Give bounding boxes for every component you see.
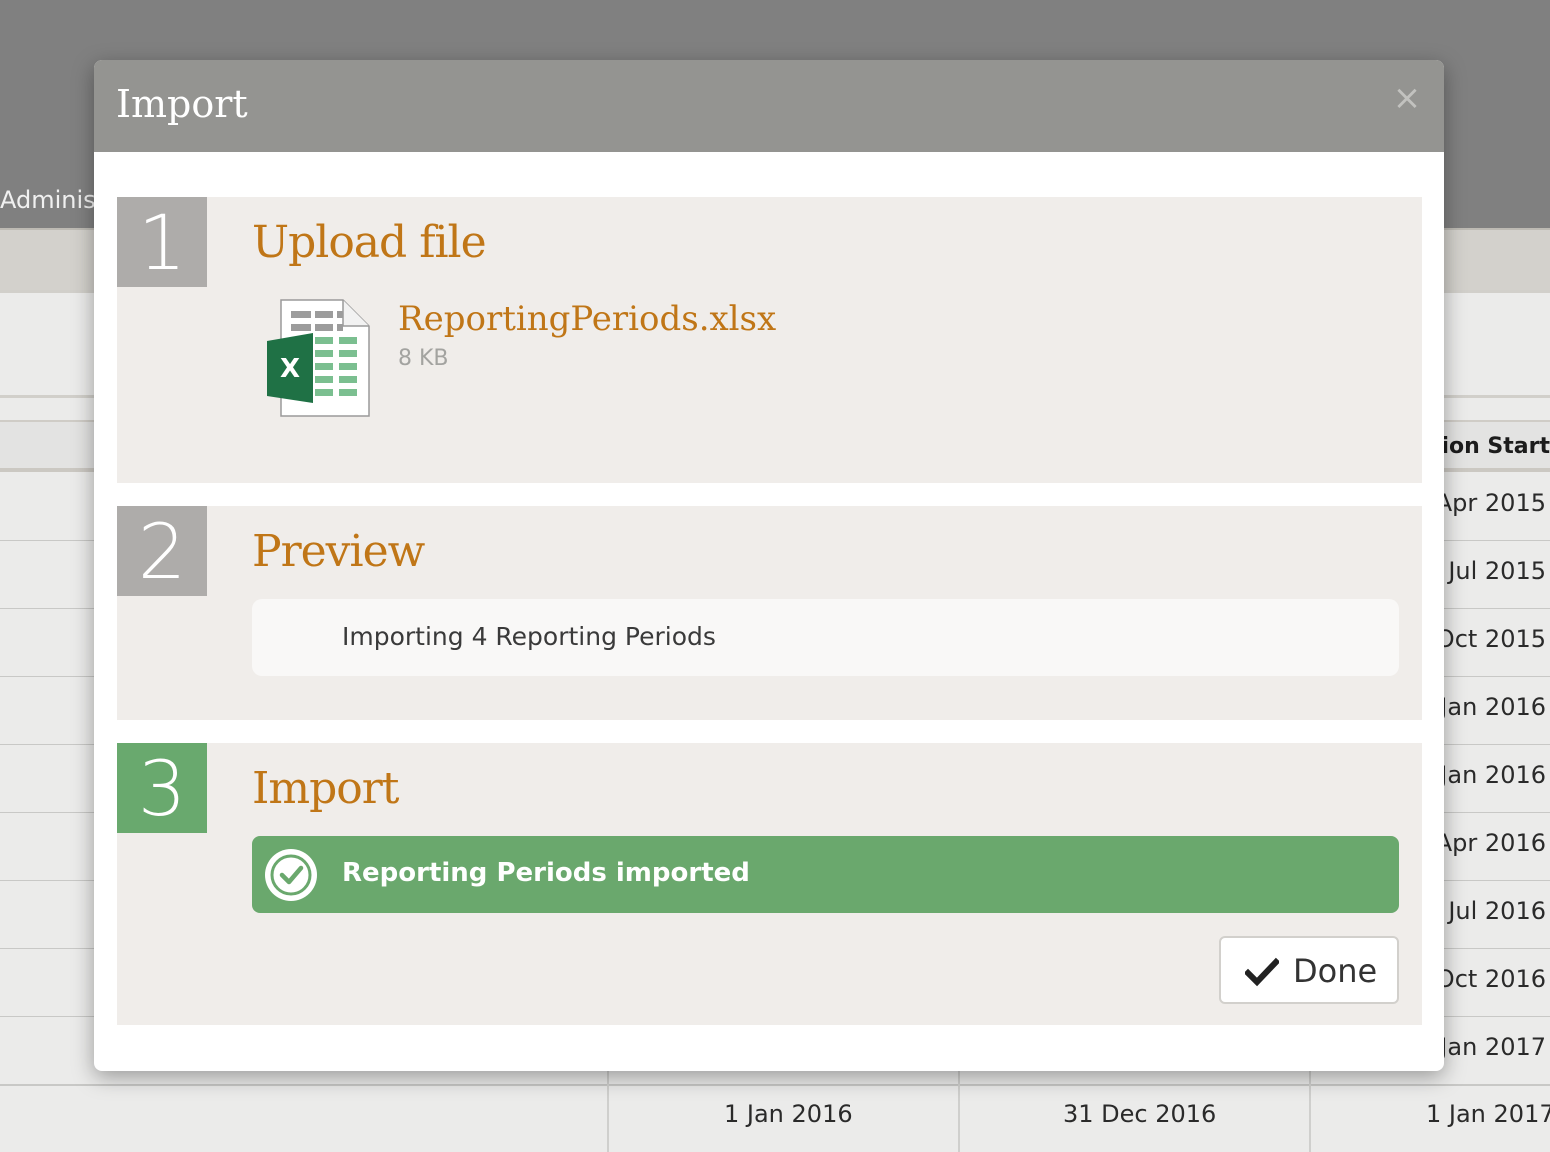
modal-title: Import — [116, 82, 248, 126]
step-upload-file: 1 Upload file X ReportingPeriods.xlsx 8 … — [117, 197, 1422, 483]
done-button-label: Done — [1293, 952, 1378, 990]
table-cell: 31 Dec 2016 — [1063, 1100, 1217, 1128]
table-cell: Jan 2016 — [1440, 761, 1546, 789]
table-cell: 1 Jan 2016 — [724, 1100, 853, 1128]
check-circle-icon — [265, 849, 317, 901]
column-header-submission-start[interactable]: sion Start — [1428, 434, 1550, 459]
column-divider — [1309, 1070, 1311, 1152]
svg-text:X: X — [280, 354, 300, 384]
done-button[interactable]: Done — [1219, 936, 1399, 1004]
file-size: 8 KB — [398, 346, 449, 371]
close-icon[interactable]: × — [1392, 78, 1422, 118]
step-title: Preview — [252, 526, 425, 577]
preview-summary: Importing 4 Reporting Periods — [252, 599, 1399, 676]
preview-message: Importing 4 Reporting Periods — [342, 622, 716, 651]
file-name-link[interactable]: ReportingPeriods.xlsx — [398, 299, 776, 339]
table-cell: Jul 2016 — [1448, 897, 1546, 925]
table-cell: 1 Jan 2017 — [1426, 1100, 1550, 1128]
success-message: Reporting Periods imported — [342, 858, 750, 888]
step-title: Import — [252, 763, 399, 814]
table-cell: Oct 2015 — [1435, 625, 1546, 653]
column-divider — [958, 1070, 960, 1152]
table-cell: Jan 2017 — [1440, 1033, 1546, 1061]
table-cell: Oct 2016 — [1435, 965, 1546, 993]
excel-file-icon: X — [267, 299, 370, 417]
step-number: 1 — [117, 197, 207, 287]
modal-header: Import × — [94, 60, 1444, 152]
nav-item-administration[interactable]: Adminis — [0, 186, 96, 214]
table-cell: Apr 2015 — [1435, 489, 1546, 517]
column-divider — [607, 1070, 609, 1152]
import-modal: Import × 1 Upload file X ReportingPeriod… — [94, 60, 1444, 1071]
checkmark-icon — [1245, 957, 1279, 987]
step-preview: 2 Preview Importing 4 Reporting Periods — [117, 506, 1422, 720]
table-cell: Jan 2016 — [1440, 693, 1546, 721]
step-import: 3 Import Reporting Periods imported Done — [117, 743, 1422, 1025]
step-number: 3 — [117, 743, 207, 833]
table-cell: Apr 2016 — [1435, 829, 1546, 857]
success-alert: Reporting Periods imported — [252, 836, 1399, 913]
step-number: 2 — [117, 506, 207, 596]
table-cell: Jul 2015 — [1448, 557, 1546, 585]
step-title: Upload file — [252, 217, 487, 268]
